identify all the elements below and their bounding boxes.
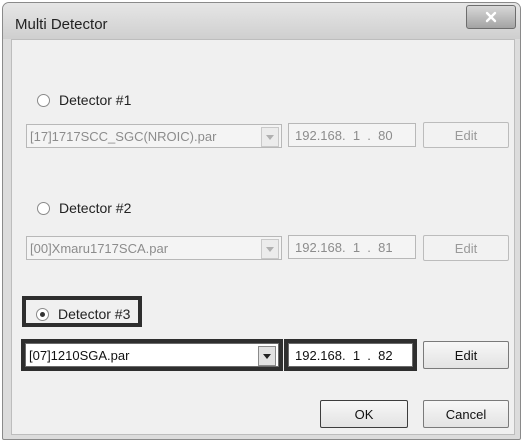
chevron-down-icon <box>266 246 274 252</box>
detector-2-edit-button[interactable]: Edit <box>423 235 509 261</box>
detector-2-ip-field[interactable]: 192.168. 1 . 81 <box>288 235 416 259</box>
title-bar[interactable]: Multi Detector <box>3 3 520 39</box>
detector-1-edit-button[interactable]: Edit <box>423 122 509 148</box>
chevron-down-icon <box>263 353 271 359</box>
detector-3-radio[interactable]: Detector #3 <box>36 306 130 322</box>
detector-2-ip-value: 192.168. 1 . 81 <box>295 240 393 255</box>
window-title: Multi Detector <box>15 16 108 33</box>
ok-button[interactable]: OK <box>320 400 408 428</box>
detector-2-radio[interactable]: Detector #2 <box>37 200 131 216</box>
detector-3-edit-button[interactable]: Edit <box>423 341 509 369</box>
detector-3-ip-field[interactable]: 192.168. 1 . 82 <box>288 343 413 367</box>
detector-3-label: Detector #3 <box>58 306 131 322</box>
detector-3-file-select[interactable]: [07]1210SGA.par <box>25 343 279 367</box>
detector-1-ip-value: 192.168. 1 . 80 <box>295 128 393 143</box>
detector-1-radio[interactable]: Detector #1 <box>37 92 131 108</box>
detector-1-ip-field[interactable]: 192.168. 1 . 80 <box>288 123 416 147</box>
close-button[interactable] <box>466 5 516 29</box>
radio-indicator <box>37 93 50 107</box>
detector-3-ip-value: 192.168. 1 . 82 <box>295 348 393 363</box>
detector-1-label: Detector #1 <box>59 92 132 108</box>
dropdown-button[interactable] <box>261 127 279 147</box>
detector-2-file-select[interactable]: [00]Xmaru1717SCA.par <box>26 236 282 260</box>
radio-indicator <box>36 307 49 321</box>
cancel-button[interactable]: Cancel <box>423 400 509 428</box>
detector-1-file-value: [17]1717SCC_SGC(NROIC).par <box>30 129 217 144</box>
dropdown-button[interactable] <box>258 346 276 366</box>
radio-indicator <box>37 201 50 215</box>
detector-1-file-select[interactable]: [17]1717SCC_SGC(NROIC).par <box>26 124 282 148</box>
dropdown-button[interactable] <box>261 239 279 259</box>
detector-2-file-value: [00]Xmaru1717SCA.par <box>30 241 169 256</box>
dialog-body: Detector #1 [17]1717SCC_SGC(NROIC).par 1… <box>11 39 515 435</box>
chevron-down-icon <box>266 134 274 140</box>
detector-2-label: Detector #2 <box>59 200 132 216</box>
multi-detector-dialog: Multi Detector Detector #1 [17]1717SCC_S… <box>2 2 521 440</box>
detector-3-file-value: [07]1210SGA.par <box>29 348 130 363</box>
close-icon <box>485 11 497 23</box>
